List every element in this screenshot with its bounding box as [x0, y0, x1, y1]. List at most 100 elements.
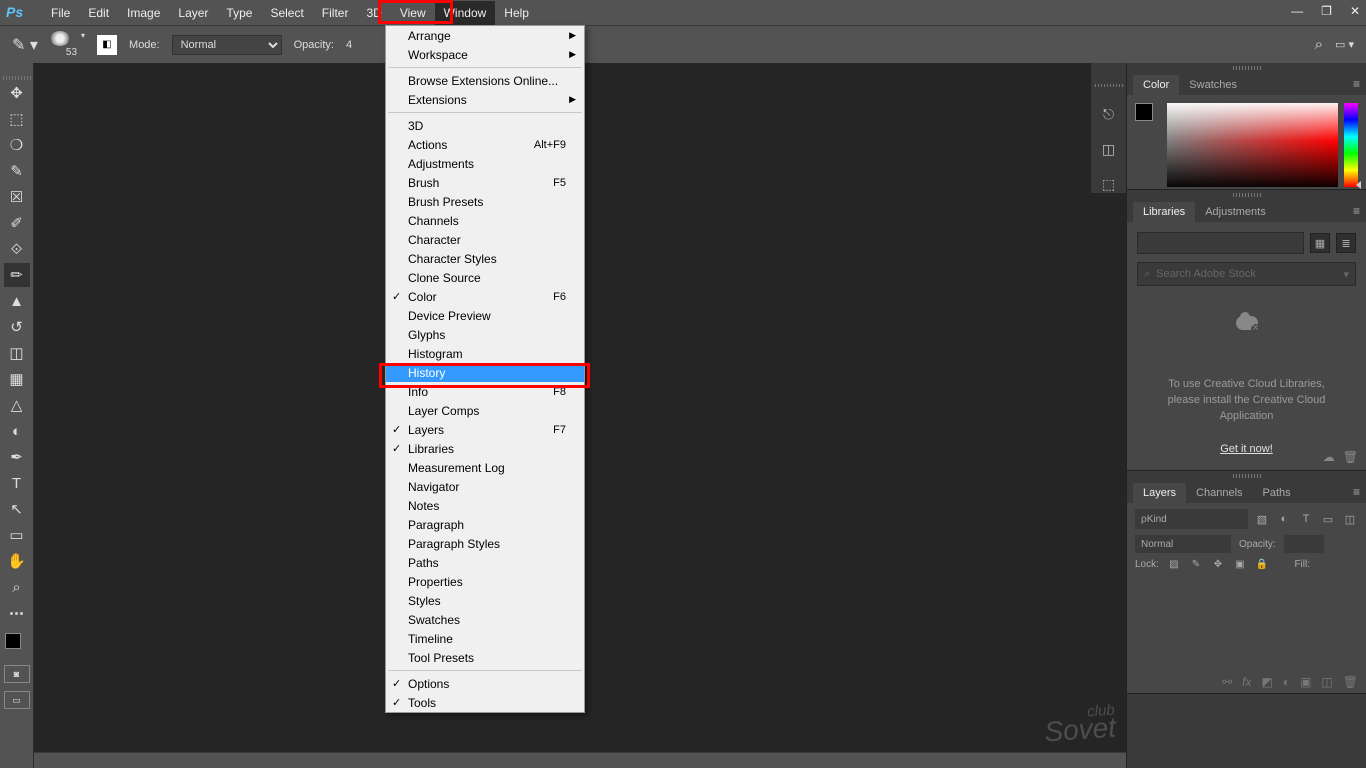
blend-mode-select[interactable]: Normal [172, 35, 282, 55]
menuitem-brush[interactable]: BrushF5 [386, 173, 584, 192]
library-select[interactable] [1137, 232, 1304, 254]
menuitem-swatches[interactable]: Swatches [386, 610, 584, 629]
panel-grip-icon[interactable] [1233, 66, 1261, 70]
new-layer-icon[interactable]: ◫ [1321, 675, 1332, 689]
tool-type-icon[interactable]: T [4, 471, 30, 495]
menuitem-notes[interactable]: Notes [386, 496, 584, 515]
quick-mask-icon[interactable]: ◙ [4, 665, 30, 683]
menuitem-device-preview[interactable]: Device Preview [386, 306, 584, 325]
more-tools-icon[interactable] [4, 601, 30, 625]
minimize-button[interactable]: — [1291, 4, 1303, 18]
layer-fx-icon[interactable]: fx [1242, 675, 1251, 689]
tool-dodge-icon[interactable]: ◐ [4, 419, 30, 443]
menuitem-workspace[interactable]: Workspace▶ [386, 45, 584, 64]
tool-hand-icon[interactable]: ✋ [4, 549, 30, 573]
filter-kind-select[interactable]: ρ Kind [1135, 509, 1248, 529]
menuitem-layer-comps[interactable]: Layer Comps [386, 401, 584, 420]
tool-lasso-icon[interactable]: ❍ [4, 133, 30, 157]
tool-eyedrop-icon[interactable]: ✐ [4, 211, 30, 235]
new-group-icon[interactable]: ▣ [1300, 675, 1311, 689]
tool-patch-icon[interactable]: ⟐ [4, 237, 30, 261]
filter-smart-icon[interactable]: ◫ [1342, 513, 1358, 526]
screen-mode-icon[interactable]: ▭ [4, 691, 30, 709]
trash-icon[interactable]: 🗑 [1343, 450, 1358, 464]
menuitem-color[interactable]: ✓ColorF6 [386, 287, 584, 306]
menuitem-extensions[interactable]: Extensions▶ [386, 90, 584, 109]
menuitem-measurement-log[interactable]: Measurement Log [386, 458, 584, 477]
filter-pixel-icon[interactable]: ▧ [1254, 513, 1270, 526]
lock-all-icon[interactable]: 🔒 [1255, 559, 1269, 570]
menuitem-browse-extensions-online-[interactable]: Browse Extensions Online... [386, 71, 584, 90]
menu-select[interactable]: Select [261, 1, 312, 25]
new-fill-icon[interactable]: ◐ [1283, 675, 1290, 689]
menuitem-brush-presets[interactable]: Brush Presets [386, 192, 584, 211]
tab-layers[interactable]: Layers [1133, 483, 1186, 503]
brush-preview-icon[interactable] [50, 31, 70, 46]
menuitem-glyphs[interactable]: Glyphs [386, 325, 584, 344]
3d-panel-icon[interactable]: ⬚ [1097, 176, 1121, 193]
color-fgbg-icon[interactable] [1135, 103, 1161, 133]
lock-trans-icon[interactable]: ▨ [1167, 559, 1181, 570]
menuitem-paragraph[interactable]: Paragraph [386, 515, 584, 534]
menuitem-adjustments[interactable]: Adjustments [386, 154, 584, 173]
panel-grip-icon[interactable] [1233, 474, 1261, 478]
stock-search-input[interactable]: ⌕ Search Adobe Stock ▾ [1137, 262, 1356, 286]
tab-swatches[interactable]: Swatches [1179, 75, 1247, 95]
panel-menu-icon[interactable]: ≡ [1353, 77, 1360, 91]
menuitem-tools[interactable]: ✓Tools [386, 693, 584, 712]
filter-type-icon[interactable]: T [1298, 513, 1314, 525]
menu-help[interactable]: Help [495, 1, 538, 25]
tool-zoom-icon[interactable]: ⌕ [4, 575, 30, 599]
workspace-switcher-icon[interactable]: ▭ ▾ [1335, 38, 1354, 51]
tool-gradient-icon[interactable]: ▦ [4, 367, 30, 391]
menu-view[interactable]: View [391, 1, 435, 25]
layer-mask-icon[interactable]: ◩ [1261, 675, 1272, 689]
tool-preset-icon[interactable]: ✎ ▾ [12, 35, 38, 55]
menu-layer[interactable]: Layer [169, 1, 217, 25]
tool-eraser-icon[interactable]: ◫ [4, 341, 30, 365]
maximize-button[interactable]: ❐ [1321, 4, 1332, 18]
tool-blur-icon[interactable]: △ [4, 393, 30, 417]
tool-wand-icon[interactable]: ✎ [4, 159, 30, 183]
panel-grip-icon[interactable] [3, 76, 31, 80]
tool-rect-icon[interactable]: ▭ [4, 523, 30, 547]
filter-adjust-icon[interactable]: ◐ [1276, 513, 1292, 525]
panel-grip-icon[interactable] [1095, 84, 1123, 87]
cloud-status-icon[interactable]: ☁ [1323, 450, 1335, 464]
menuitem-timeline[interactable]: Timeline [386, 629, 584, 648]
menuitem-styles[interactable]: Styles [386, 591, 584, 610]
tab-paths[interactable]: Paths [1253, 483, 1301, 503]
menuitem-properties[interactable]: Properties [386, 572, 584, 591]
brush-panel-toggle-icon[interactable]: ◧ [97, 35, 117, 55]
menuitem-actions[interactable]: ActionsAlt+F9 [386, 135, 584, 154]
view-list-icon[interactable]: ≣ [1336, 233, 1356, 253]
filter-shape-icon[interactable]: ▭ [1320, 513, 1336, 526]
properties-panel-icon[interactable]: ◫ [1097, 141, 1121, 158]
menu-filter[interactable]: Filter [313, 1, 358, 25]
panel-menu-icon[interactable]: ≡ [1353, 204, 1360, 218]
menuitem-tool-presets[interactable]: Tool Presets [386, 648, 584, 667]
tool-move-icon[interactable]: ✥ [4, 81, 30, 105]
menuitem-clone-source[interactable]: Clone Source [386, 268, 584, 287]
tab-libraries[interactable]: Libraries [1133, 202, 1195, 222]
lock-pos-icon[interactable]: ✥ [1211, 559, 1225, 570]
tool-brush-icon[interactable]: ✏ [4, 263, 30, 287]
menu-type[interactable]: Type [217, 1, 261, 25]
menuitem-info[interactable]: InfoF8 [386, 382, 584, 401]
menuitem-paths[interactable]: Paths [386, 553, 584, 572]
history-panel-icon[interactable]: ⎋ [1097, 106, 1121, 123]
menu-window[interactable]: Window [435, 1, 496, 25]
menuitem-channels[interactable]: Channels [386, 211, 584, 230]
menuitem-history[interactable]: History [386, 363, 584, 382]
menuitem-paragraph-styles[interactable]: Paragraph Styles [386, 534, 584, 553]
search-icon[interactable]: ⌕ [1315, 36, 1323, 53]
menuitem-histogram[interactable]: Histogram [386, 344, 584, 363]
tab-channels[interactable]: Channels [1186, 483, 1252, 503]
tool-stamp-icon[interactable]: ▲ [4, 289, 30, 313]
menuitem-libraries[interactable]: ✓Libraries [386, 439, 584, 458]
menu-file[interactable]: File [42, 1, 79, 25]
menuitem-arrange[interactable]: Arrange▶ [386, 26, 584, 45]
hue-slider[interactable] [1344, 103, 1358, 187]
tab-color[interactable]: Color [1133, 75, 1179, 95]
menu-edit[interactable]: Edit [79, 1, 118, 25]
